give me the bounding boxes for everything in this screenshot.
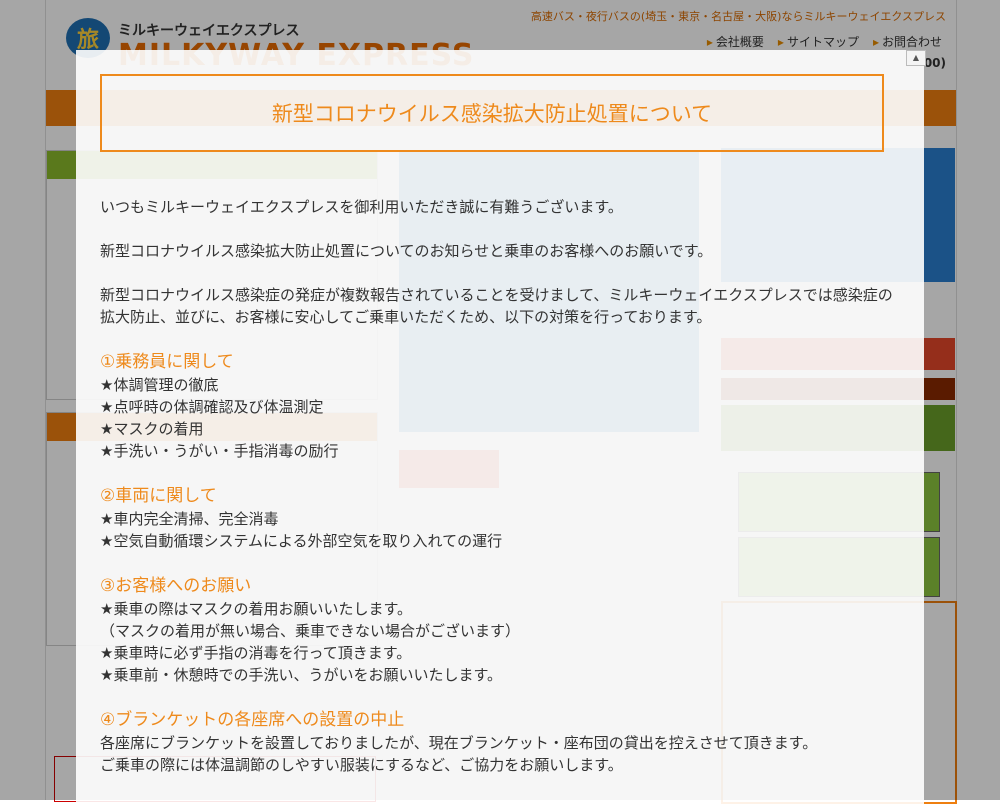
list-item: ★点呼時の体調確認及び体温測定 (100, 398, 324, 416)
covid-notice-modal: 新型コロナウイルス感染拡大防止処置について いつもミルキーウェイエクスプレスを御… (76, 50, 924, 810)
modal-close-icon[interactable]: ▲ (906, 50, 926, 66)
list-item: ★空気自動循環システムによる外部空気を取り入れての運行 (100, 532, 503, 550)
modal-title: 新型コロナウイルス感染拡大防止処置について (100, 74, 884, 152)
list-item: ★乗車の際はマスクの着用お願いいたします。 (100, 600, 412, 618)
section-heading-blanket: ④ブランケットの各座席への設置の中止 (100, 710, 405, 730)
intro-paragraph-2: 新型コロナウイルス感染拡大防止処置についてのお知らせと乗車のお客様へのお願いです… (100, 242, 713, 260)
section-heading-passengers: ③お客様へのお願い (100, 576, 252, 596)
modal-body: いつもミルキーウェイエクスプレスを御利用いただき誠に有難うございます。 新型コロ… (100, 196, 900, 798)
list-item: ★乗車時に必ず手指の消毒を行って頂きます。 (100, 644, 412, 662)
section-heading-crew: ①乗務員に関して (100, 352, 234, 372)
section-list-blanket: 各座席にブランケットを設置しておりましたが、現在ブランケット・座布団の貸出を控え… (100, 732, 900, 776)
intro-paragraph-1: いつもミルキーウェイエクスプレスを御利用いただき誠に有難うございます。 (100, 198, 623, 216)
intro-paragraph-3: 新型コロナウイルス感染症の発症が複数報告されていることを受けまして、ミルキーウェ… (100, 286, 893, 326)
section-list-crew: ★体調管理の徹底 ★点呼時の体調確認及び体温測定 ★マスクの着用 ★手洗い・うが… (100, 374, 900, 462)
section-list-passengers: ★乗車の際はマスクの着用お願いいたします。 （マスクの着用が無い場合、乗車できな… (100, 598, 900, 686)
section-heading-vehicle: ②車両に関して (100, 486, 217, 506)
list-item: ご乗車の際には体温調節のしやすい服装にするなど、ご協力をお願いします。 (100, 756, 623, 774)
section-list-vehicle: ★車内完全清掃、完全消毒 ★空気自動循環システムによる外部空気を取り入れての運行 (100, 508, 900, 552)
list-item: ★マスクの着用 (100, 420, 204, 438)
list-item: 各座席にブランケットを設置しておりましたが、現在ブランケット・座布団の貸出を控え… (100, 734, 818, 752)
list-item: ★車内完全清掃、完全消毒 (100, 510, 279, 528)
list-item: （マスクの着用が無い場合、乗車できない場合がございます） (100, 622, 521, 640)
list-item: ★手洗い・うがい・手指消毒の励行 (100, 442, 339, 460)
list-item: ★体調管理の徹底 (100, 376, 219, 394)
list-item: ★乗車前・休憩時での手洗い、うがいをお願いいたします。 (100, 666, 502, 684)
